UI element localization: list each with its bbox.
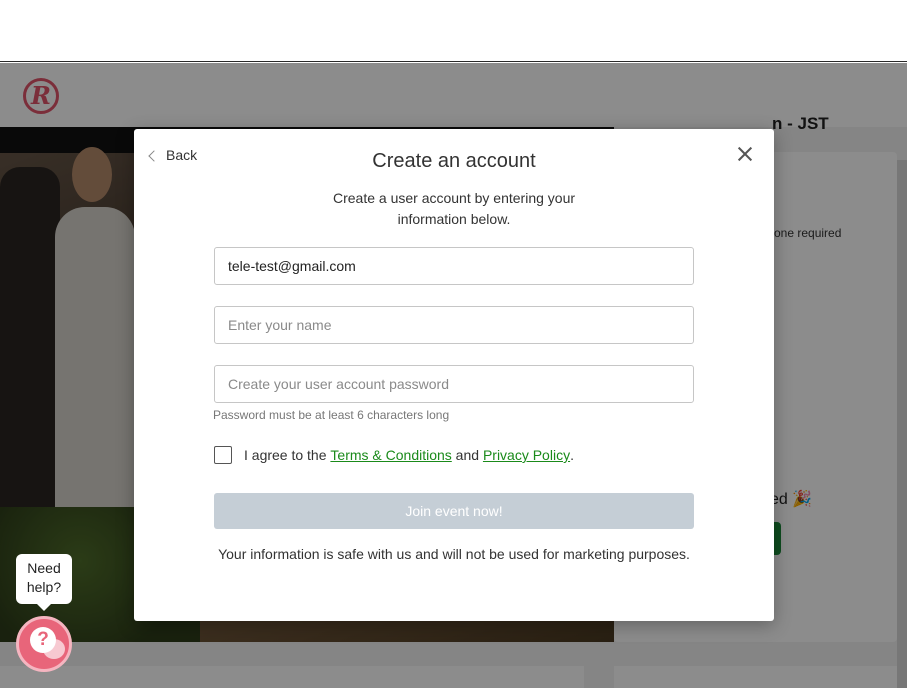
agree-text-and: and: [451, 447, 483, 463]
agree-text-prefix: I agree to the: [244, 447, 331, 463]
terms-checkbox[interactable]: [214, 446, 232, 464]
terms-agreement: I agree to the Terms & Conditions and Pr…: [214, 446, 574, 464]
need-help-bubble: Need help?: [16, 554, 72, 611]
password-hint: Password must be at least 6 characters l…: [213, 408, 450, 422]
help-chat-button[interactable]: ?: [16, 616, 72, 672]
terms-link[interactable]: Terms & Conditions: [330, 447, 451, 463]
modal-subtitle: Create a user account by entering your i…: [332, 190, 576, 227]
create-account-modal: Back Create an account Create a user acc…: [134, 129, 774, 621]
password-input[interactable]: [214, 365, 694, 403]
top-blank-strip: [0, 0, 907, 62]
privacy-safe-note: Your information is safe with us and wil…: [218, 546, 690, 562]
modal-title: Create an account: [372, 150, 536, 172]
privacy-link[interactable]: Privacy Policy: [483, 447, 570, 463]
question-mark-icon: ?: [30, 627, 56, 653]
join-event-button[interactable]: Join event now!: [214, 493, 694, 529]
name-input[interactable]: [214, 306, 694, 344]
agree-text-suffix: .: [570, 447, 574, 463]
email-field[interactable]: [214, 247, 694, 285]
